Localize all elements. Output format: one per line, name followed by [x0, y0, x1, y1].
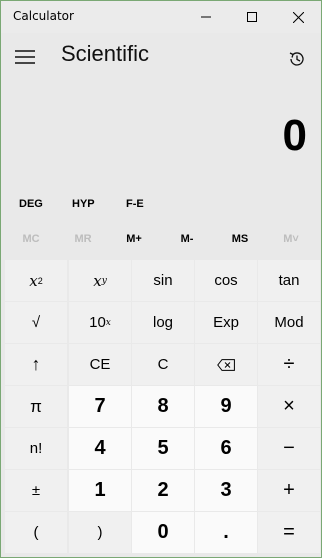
result-display: 0 [282, 111, 307, 160]
ten-power-button[interactable]: 10 x [69, 302, 131, 343]
digit-7-button[interactable]: 7 [69, 386, 131, 427]
clear-button[interactable]: C [132, 344, 194, 385]
digit-6-button[interactable]: 6 [195, 428, 257, 469]
mode-row: DEG HYP F-E [1, 193, 321, 215]
digit-4-button[interactable]: 4 [69, 428, 131, 469]
navigation-menu-button[interactable] [13, 47, 37, 67]
open-paren-button[interactable]: ( [5, 512, 67, 553]
digit-9-button[interactable]: 9 [195, 386, 257, 427]
history-icon [289, 52, 304, 66]
fixed-exponent-toggle[interactable]: F-E [126, 193, 144, 215]
hyperbolic-toggle[interactable]: HYP [72, 193, 95, 215]
clear-entry-button[interactable]: CE [69, 344, 131, 385]
key-label: x [93, 271, 102, 290]
backspace-icon [217, 358, 235, 371]
maximize-button[interactable] [229, 1, 275, 33]
close-icon [292, 11, 304, 23]
maximize-icon [247, 12, 257, 22]
sin-button[interactable]: sin [132, 260, 194, 301]
memory-row: MC MR M+ M- MS M˅ [1, 227, 321, 251]
window-title: Calculator [13, 9, 74, 23]
memory-list-button[interactable]: M˅ [259, 227, 322, 251]
close-button[interactable] [275, 1, 321, 33]
square-root-button[interactable]: √ [5, 302, 67, 343]
log-button[interactable]: log [132, 302, 194, 343]
cos-button[interactable]: cos [195, 260, 257, 301]
add-button[interactable]: + [258, 470, 320, 511]
digit-3-button[interactable]: 3 [195, 470, 257, 511]
hamburger-menu-icon [15, 50, 35, 64]
divide-button[interactable]: ÷ [258, 344, 320, 385]
digit-1-button[interactable]: 1 [69, 470, 131, 511]
subtract-button[interactable]: − [258, 428, 320, 469]
title-bar: Calculator [1, 1, 321, 33]
close-paren-button[interactable]: ) [69, 512, 131, 553]
digit-2-button[interactable]: 2 [132, 470, 194, 511]
negate-button[interactable]: ± [5, 470, 67, 511]
mod-button[interactable]: Mod [258, 302, 320, 343]
minimize-icon [201, 16, 211, 18]
digit-0-button[interactable]: 0 [132, 512, 194, 553]
square-button[interactable]: x2 [5, 260, 67, 301]
tan-button[interactable]: tan [258, 260, 320, 301]
digit-5-button[interactable]: 5 [132, 428, 194, 469]
calculator-mode-title: Scientific [61, 41, 150, 66]
factorial-button[interactable]: n! [5, 428, 67, 469]
exp-button[interactable]: Exp [195, 302, 257, 343]
power-button[interactable]: xy [69, 260, 131, 301]
angle-unit-button[interactable]: DEG [19, 193, 43, 215]
pi-button[interactable]: π [5, 386, 67, 427]
equals-button[interactable]: = [258, 512, 320, 553]
multiply-button[interactable]: × [258, 386, 320, 427]
second-function-button[interactable]: ↑ [5, 344, 67, 385]
key-label: 10 [89, 314, 106, 331]
key-label: x [29, 271, 38, 290]
backspace-button[interactable] [195, 344, 257, 385]
minimize-button[interactable] [183, 1, 229, 33]
decimal-button[interactable]: . [195, 512, 257, 553]
digit-8-button[interactable]: 8 [132, 386, 194, 427]
calculator-window: Calculator Scientific 0 DEG HYP F-E MC M… [0, 0, 322, 558]
history-button[interactable] [285, 47, 309, 71]
